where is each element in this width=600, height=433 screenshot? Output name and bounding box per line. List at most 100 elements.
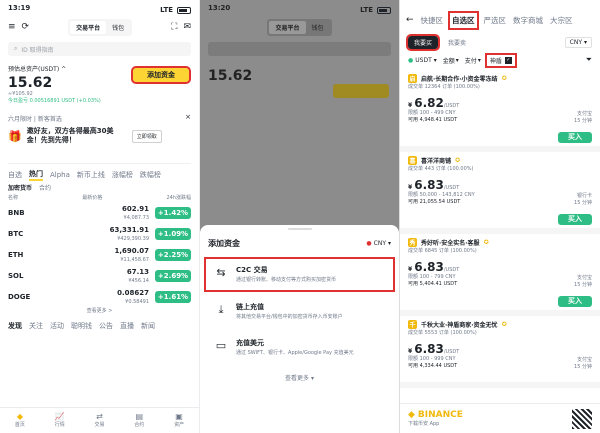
filter-amount[interactable]: 金额 ▾: [443, 56, 459, 65]
chevron-down-icon: ▾: [583, 38, 587, 46]
nav-futures[interactable]: ▤ 合约: [134, 413, 144, 429]
option-c2c[interactable]: ⇆ C2C 交易 通过银行转账、移动支付等方式购买加密货币: [204, 257, 395, 292]
seg-exchange[interactable]: 交易平台: [269, 20, 306, 34]
view-more-link[interactable]: 查看更多 ▾: [200, 373, 399, 382]
tab-alpha[interactable]: Alpha: [50, 171, 70, 179]
price-value: 6.83: [414, 342, 444, 356]
download-banner: ◆ BINANCE 下载币安 App: [400, 403, 600, 433]
feed-discover[interactable]: 发现: [8, 321, 22, 331]
payment-label: 银行卡: [576, 193, 592, 199]
dim-search: [208, 42, 391, 56]
coin-change: +2.69%: [155, 269, 191, 282]
ad-available: 可用 5,404.41 USDT: [408, 281, 458, 287]
menu-icon[interactable]: ≡: [8, 22, 16, 32]
tab-express[interactable]: 快捷区: [421, 15, 444, 26]
download-icon: ⤓: [218, 302, 224, 316]
dim-add-button: [333, 84, 389, 98]
coin-row[interactable]: ETH 1,690.07 ¥11,458.67 +2.25%: [0, 244, 199, 265]
tab-losers[interactable]: 跌幅榜: [140, 170, 161, 180]
feed-news[interactable]: 新闻: [141, 321, 155, 331]
buy-button[interactable]: 买入: [558, 296, 592, 307]
close-icon[interactable]: ×: [185, 114, 191, 121]
tab-new-listing[interactable]: 新币上线: [77, 170, 105, 180]
ad-available: 可用 21,055.54 USDT: [408, 199, 461, 205]
buy-button[interactable]: 买入: [558, 214, 592, 225]
mode-switch: 交易平台 钱包: [267, 18, 332, 36]
sheet-handle[interactable]: [287, 228, 312, 230]
shield-filter-label: 神盾: [489, 57, 502, 65]
nav-markets[interactable]: 📈 行情: [55, 413, 65, 429]
price-unit: /USDT: [443, 349, 460, 355]
shield-filter-toggle[interactable]: 神盾 ✓: [484, 52, 517, 68]
network-label: LTE: [160, 6, 173, 14]
tab-digital-mall[interactable]: 数字商城: [513, 15, 543, 26]
search-input[interactable]: ⌕ ID 取得指南: [8, 42, 191, 56]
feed-announcements[interactable]: 公告: [99, 321, 113, 331]
back-arrow-icon[interactable]: ←: [406, 15, 414, 25]
today-pnl: 今日盈亏 0.00516891 USDT (+0.03%): [8, 98, 101, 104]
promo-claim-button[interactable]: 立即领取: [131, 129, 162, 143]
seg-wallet[interactable]: 钱包: [106, 21, 130, 34]
coin-row[interactable]: DOGE 0.08627 ¥0.58491 +1.61%: [0, 286, 199, 307]
seg-exchange[interactable]: 交易平台: [70, 20, 107, 34]
seg-wallet[interactable]: 钱包: [306, 21, 330, 34]
option-onchain-deposit[interactable]: ⤓ 链上充值 将其他交易平台/钱包中的加密货币存入币安账户: [206, 296, 393, 327]
c2c-icon: ⇆: [216, 266, 226, 279]
filter-payment[interactable]: 支付 ▾: [465, 56, 481, 65]
buy-button[interactable]: 买入: [558, 132, 592, 143]
tab-gainers[interactable]: 涨幅榜: [112, 170, 133, 180]
coin-row[interactable]: BNB 602.91 ¥4,087.73 +1.42%: [0, 202, 199, 223]
asset-block: 预估总资产(USDT) ^ 15.62 ≈¥105.92 今日盈亏 0.0051…: [0, 60, 199, 110]
add-funds-button[interactable]: 添加资金: [131, 66, 191, 84]
panel-home: 13:19 LTE ≡ ⟳ 交易平台 钱包 ⛶ ✉ ⌕ ID 取得指南 预估总资…: [0, 0, 200, 433]
subtab-crypto[interactable]: 加密货币: [8, 183, 32, 192]
merchant-stats: 成交单 12364 订单 (100.00%): [408, 84, 480, 90]
panel-p2p: ← 快捷区 自选区 严选区 数字商城 大宗区 我要买 我要卖 CNY ▾ ● USD…: [400, 0, 600, 433]
feed-live[interactable]: 直播: [120, 321, 134, 331]
coin-row[interactable]: SOL 67.13 ¥456.14 +2.69%: [0, 265, 199, 286]
tab-verified[interactable]: 严选区: [484, 15, 507, 26]
payment-time: 15 分钟: [574, 118, 592, 124]
coin-row[interactable]: BTC 63,331.91 ¥429,390.39 +1.09%: [0, 223, 199, 244]
buy-tab[interactable]: 我要买: [405, 33, 441, 51]
subtab-futures[interactable]: 合约: [39, 183, 51, 192]
brand-sub: 下载币安 App: [408, 421, 440, 427]
tab-block[interactable]: 大宗区: [550, 15, 573, 26]
filter-bar: ● USDT ▾ 金额 ▾ 支付 ▾ 神盾 ✓ ⏷: [400, 52, 600, 68]
ad-item[interactable]: 秀秀好听·安全实名·客服 ✪ 成交单 6845 订单 (100.00%) ¥ 6.…: [400, 234, 600, 316]
buy-sell-row: 我要买 我要卖 CNY ▾: [400, 32, 600, 52]
price-value: 6.83: [414, 178, 444, 192]
feed-smart-money[interactable]: 聪明钱: [71, 321, 92, 331]
sell-tab[interactable]: 我要卖: [442, 36, 472, 49]
nav-assets[interactable]: ▣ 资产: [174, 413, 184, 429]
market-tabs: 自选 热门 Alpha 新币上线 涨幅榜 跌幅榜: [0, 168, 199, 182]
nav-trade[interactable]: ⇄ 交易: [94, 413, 104, 429]
qr-code-icon[interactable]: [572, 408, 592, 429]
dim-header: 交易平台 钱包: [200, 16, 399, 38]
tab-hot[interactable]: 热门: [29, 169, 43, 181]
option-deposit-usd[interactable]: ▭ 充值美元 通过 SWIFT、银行卡、Apple/Google Pay 充值美元: [206, 332, 393, 363]
currency-select[interactable]: CNY ▾: [564, 36, 592, 48]
tab-p2p[interactable]: 自选区: [448, 10, 479, 30]
coin-price: 63,331.91: [109, 225, 149, 234]
tab-favorites[interactable]: 自选: [8, 170, 22, 180]
payment-label: 支付宝: [576, 357, 592, 363]
ad-item[interactable]: 启启航·长期合作·小资金零冻结 ✪ 成交单 12364 订单 (100.00%) …: [400, 70, 600, 152]
coin-name: BTC: [8, 229, 24, 238]
card-icon: ▭: [215, 339, 227, 352]
merchant-name: 启航·长期合作·小资金零冻结: [421, 76, 498, 83]
message-icon[interactable]: ✉: [183, 22, 191, 32]
view-more-link[interactable]: 查看更多 >: [0, 307, 199, 317]
switch-icon[interactable]: ⟳: [22, 22, 30, 32]
feed-events[interactable]: 活动: [50, 321, 64, 331]
ad-item[interactable]: 千千秋大业·神盾商家·资金无忧 ✪ 成交单 5553 订单 (100.00%) ¥…: [400, 316, 600, 388]
ad-item[interactable]: 喜喜洋洋商铺 ✪ 成交单 443 订单 (100.00%) ¥ 6.83/USDT…: [400, 152, 600, 234]
currency-select[interactable]: ● CNY ▾: [366, 240, 391, 247]
filter-asset[interactable]: ● USDT ▾: [408, 57, 437, 64]
option-title: 链上充值: [236, 302, 264, 311]
scan-icon[interactable]: ⛶: [171, 22, 177, 32]
feed-follow[interactable]: 关注: [29, 321, 43, 331]
nav-home[interactable]: ◆ 首页: [15, 413, 25, 429]
filter-icon[interactable]: ⏷: [586, 56, 592, 64]
coin-change: +1.09%: [155, 227, 191, 240]
